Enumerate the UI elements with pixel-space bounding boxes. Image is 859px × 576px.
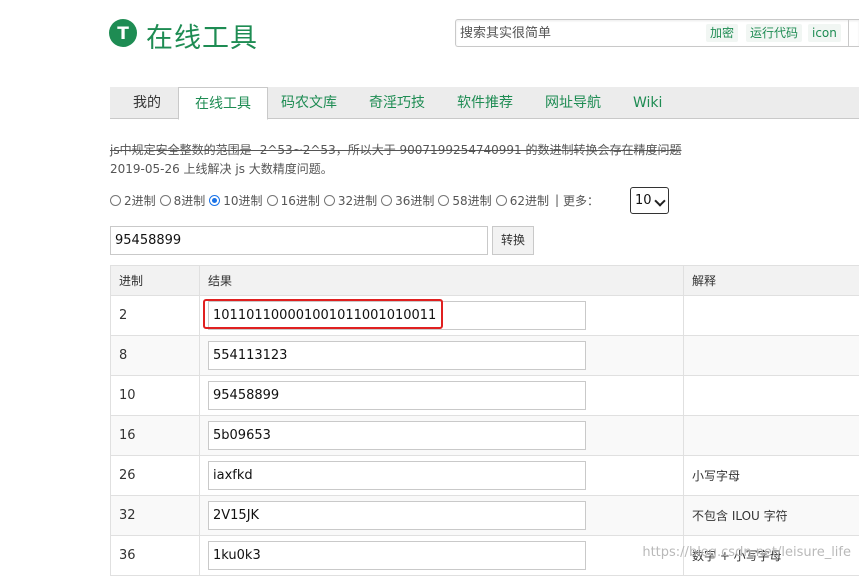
radio-base-8[interactable]: 8进制 [160,192,206,209]
tab-software[interactable]: 软件推荐 [457,87,513,119]
chevron-down-icon [654,195,665,206]
more-label: 更多： [563,192,599,209]
radio-base-36[interactable]: 36进制 [381,192,434,209]
update-note: 2019-05-26 上线解决 js 大数精度问题。 [110,160,333,177]
row-result-cell [200,456,684,496]
header-base: 进制 [111,266,200,296]
site-title[interactable]: 在线工具 [146,16,258,55]
radio-base-62[interactable]: 62进制 [496,192,549,209]
tab-tricks[interactable]: 奇淫巧技 [369,87,425,119]
radio-label: 36进制 [395,192,434,209]
radio-base-32[interactable]: 32进制 [324,192,377,209]
radio-circle[interactable] [110,195,121,206]
table-row: 26 小写字母 [111,456,859,496]
more-separator: | [555,193,559,207]
result-input[interactable] [208,541,586,570]
result-input[interactable] [208,501,586,530]
table-row: 2 [111,296,859,336]
site-logo-icon[interactable]: T [109,19,137,47]
radio-label: 10进制 [223,192,262,209]
radio-label: 8进制 [174,192,206,209]
radio-circle-checked[interactable] [209,195,220,206]
radio-circle[interactable] [381,195,392,206]
tab-wiki[interactable]: Wiki [633,87,662,119]
radio-label: 16进制 [281,192,320,209]
radio-label: 58进制 [452,192,491,209]
table-row: 32 不包含 ILOU 字符 [111,496,859,536]
tab-mine[interactable]: 我的 [133,87,161,119]
radio-base-2[interactable]: 2进制 [110,192,156,209]
row-note [684,296,859,336]
row-result-cell [200,496,684,536]
radio-base-58[interactable]: 58进制 [438,192,491,209]
result-input[interactable] [208,341,586,370]
row-base: 10 [111,376,200,416]
radio-circle[interactable] [438,195,449,206]
row-result-cell [200,336,684,376]
result-input[interactable] [208,301,586,330]
search-chip-run-code[interactable]: 运行代码 [746,24,802,42]
search-chip-icon[interactable]: icon [808,24,841,42]
row-note [684,416,859,456]
row-base: 36 [111,536,200,576]
radio-circle[interactable] [324,195,335,206]
radix-radio-group: 2进制 8进制 10进制 16进制 32进制 36进制 58进制 62进制 | … [110,189,599,211]
convert-button[interactable]: 转换 [492,226,534,255]
result-input[interactable] [208,381,586,410]
radio-label: 2进制 [124,192,156,209]
tab-online-tools[interactable]: 在线工具 [178,87,268,120]
result-input[interactable] [208,461,586,490]
radio-circle[interactable] [160,195,171,206]
radio-label: 62进制 [510,192,549,209]
watermark: https://blog.csdn.net/leisure_life [642,545,851,560]
row-result-cell [200,416,684,456]
table-row: 16 [111,416,859,456]
more-radix-select[interactable]: 10 [630,187,669,214]
logo-letter: T [117,24,129,44]
number-input[interactable] [110,226,488,255]
result-table: 进制 结果 解释 2 8 10 16 26 小写字母 [110,265,859,576]
row-note: 小写字母 [684,456,859,496]
row-note [684,376,859,416]
radio-circle[interactable] [267,195,278,206]
radio-base-10[interactable]: 10进制 [209,192,262,209]
row-base: 16 [111,416,200,456]
row-note [684,336,859,376]
header-explanation: 解释 [684,266,859,296]
row-base: 8 [111,336,200,376]
table-row: 10 [111,376,859,416]
row-base: 26 [111,456,200,496]
row-base: 32 [111,496,200,536]
row-note: 不包含 ILOU 字符 [684,496,859,536]
result-input[interactable] [208,421,586,450]
table-header-row: 进制 结果 解释 [111,266,859,296]
table-row: 8 [111,336,859,376]
search-box: 加密 运行代码 icon [455,19,859,47]
radio-label: 32进制 [338,192,377,209]
radio-base-16[interactable]: 16进制 [267,192,320,209]
tab-coder-library[interactable]: 码农文库 [281,87,337,119]
select-value: 10 [635,193,652,208]
row-result-cell [200,296,684,336]
row-base: 2 [111,296,200,336]
search-divider [848,20,849,46]
tab-site-nav[interactable]: 网址导航 [545,87,601,119]
radio-circle[interactable] [496,195,507,206]
row-result-cell [200,536,684,576]
row-result-cell [200,376,684,416]
precision-note: js中规定安全整数的范围是 -2^53~2^53，所以大于 9007199254… [110,141,682,158]
search-input[interactable] [460,23,695,43]
search-chip-encrypt[interactable]: 加密 [706,24,738,42]
header-result: 结果 [200,266,684,296]
